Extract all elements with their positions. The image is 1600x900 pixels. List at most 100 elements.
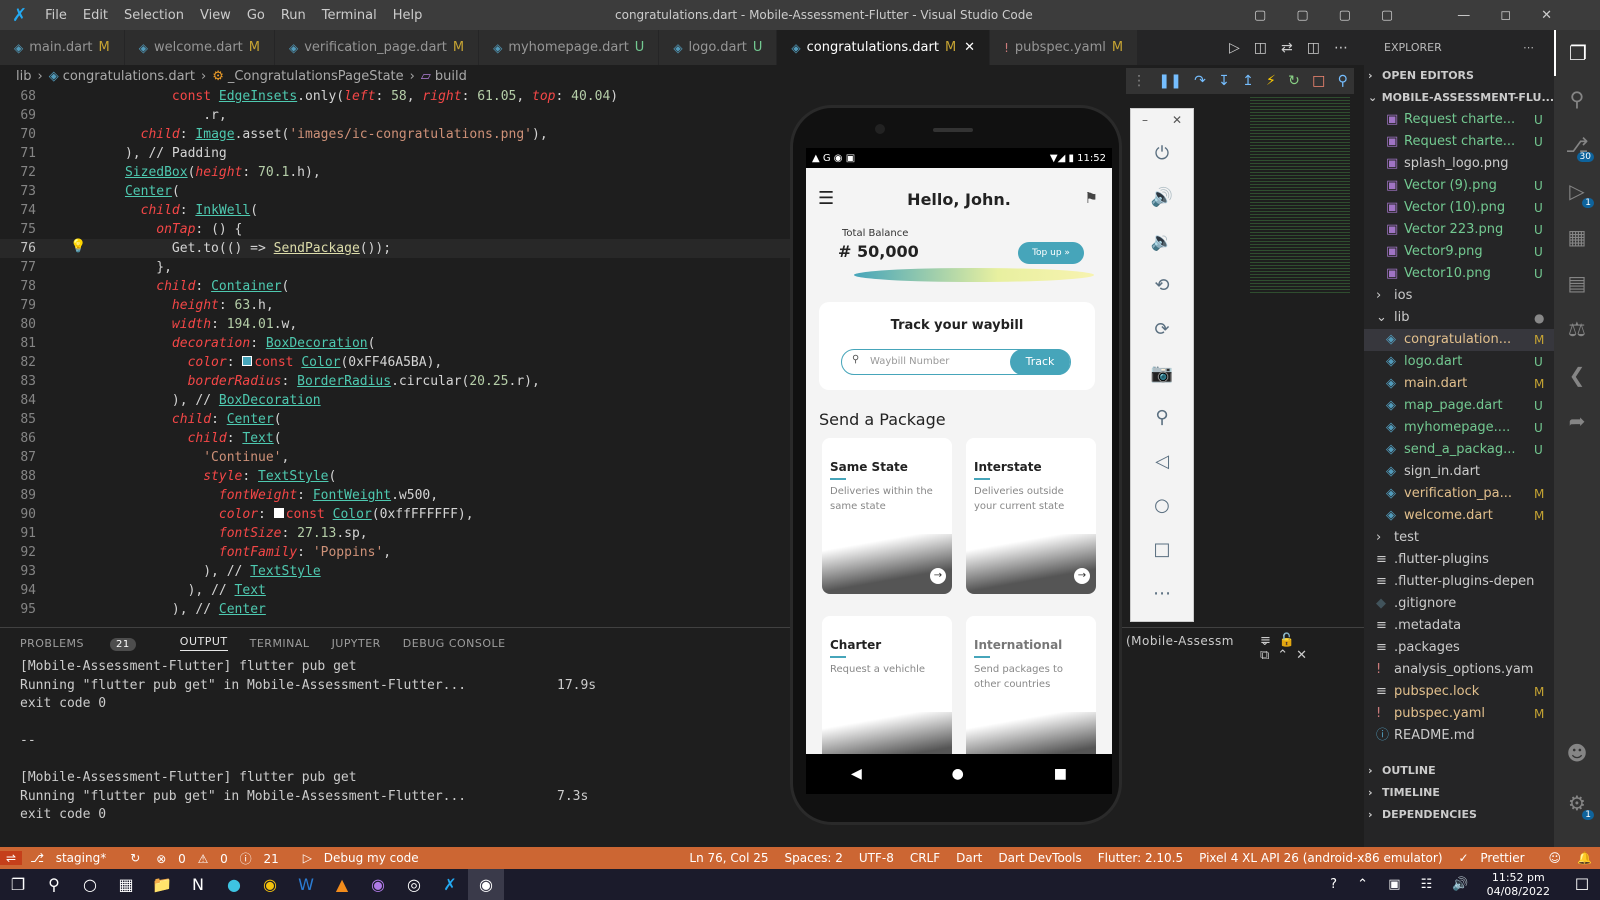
- language-mode[interactable]: Dart: [956, 851, 982, 865]
- drag-handle-icon[interactable]: ⋮: [1132, 73, 1146, 89]
- explorer-file[interactable]: ▣ Request charte... U: [1364, 131, 1554, 153]
- run-debug-icon[interactable]: ▷ 1: [1554, 168, 1600, 214]
- code-line[interactable]: 92 fontFamily: 'Poppins',: [0, 543, 790, 562]
- code-line[interactable]: 90 color: const Color(0xffFFFFFF),: [0, 505, 790, 524]
- explorer-file[interactable]: ≡ pubspec.lock M: [1364, 681, 1554, 703]
- notion-icon[interactable]: N: [180, 869, 216, 900]
- explorer-file[interactable]: ≡ .flutter-plugins-depen...: [1364, 571, 1554, 593]
- close-icon[interactable]: ✕: [964, 40, 975, 55]
- explorer-file[interactable]: ≡ .flutter-plugins: [1364, 549, 1554, 571]
- code-line[interactable]: 76 Get.to(() => SendPackage());: [0, 239, 790, 258]
- package-card[interactable]: Charter Request a vehichle: [822, 616, 952, 766]
- github-icon[interactable]: ◉: [360, 869, 396, 900]
- cursor-position[interactable]: Ln 76, Col 25: [689, 851, 768, 865]
- waybill-input[interactable]: Waybill Number: [870, 356, 949, 367]
- app-icon[interactable]: ◎: [396, 869, 432, 900]
- code-line[interactable]: 71 ), // Padding: [0, 144, 790, 163]
- tab-file[interactable]: ◈ congratulations.dart M ✕: [777, 30, 991, 65]
- explorer-file[interactable]: ! pubspec.yaml M: [1364, 703, 1554, 725]
- hot-reload-icon[interactable]: ⚡: [1266, 73, 1276, 89]
- task-view-icon[interactable]: ▦: [108, 869, 144, 900]
- menu-item[interactable]: Run: [281, 8, 306, 23]
- window-controls[interactable]: ▢▢▢▢ —◻✕: [1254, 8, 1582, 23]
- restart-icon[interactable]: ↻: [1288, 73, 1300, 89]
- code-line[interactable]: 77 },: [0, 258, 790, 277]
- code-editor[interactable]: 68 const EdgeInsets.only(left: 58, right…: [0, 87, 790, 627]
- compare-icon[interactable]: ⇄: [1281, 40, 1293, 56]
- remote-explorer-icon[interactable]: ▤: [1554, 260, 1600, 306]
- track-button[interactable]: Track: [1010, 349, 1070, 375]
- code-line[interactable]: 73 Center(: [0, 182, 790, 201]
- prettier-status[interactable]: ✓ Prettier: [1459, 851, 1533, 865]
- notification-center-icon[interactable]: ☐: [1564, 869, 1600, 900]
- gear-icon[interactable]: ⚙ 1: [1554, 780, 1600, 826]
- flutter-version[interactable]: Flutter: 2.10.5: [1098, 851, 1183, 865]
- explorer-file[interactable]: ≡ .metadata: [1364, 615, 1554, 637]
- code-line[interactable]: 70 child: Image.asset('images/ic-congrat…: [0, 125, 790, 144]
- code-line[interactable]: 74 child: InkWell(: [0, 201, 790, 220]
- code-line[interactable]: 94 ), // Text: [0, 581, 790, 600]
- tab-file[interactable]: ◈ verification_page.dart M: [275, 30, 480, 65]
- devtools-button[interactable]: Dart DevTools: [998, 851, 1081, 865]
- tray-icons[interactable]: ? ⌃ ▣ ☷ 🔊: [1330, 877, 1476, 892]
- search-icon[interactable]: ⚲: [1554, 76, 1600, 122]
- vlc-icon[interactable]: ▲: [324, 869, 360, 900]
- output-channel-select[interactable]: (Mobile-Assessm ⌄: [1126, 634, 1270, 648]
- explorer-file[interactable]: ◈ congratulation... M: [1364, 329, 1554, 351]
- menu-item[interactable]: File: [45, 8, 67, 23]
- tab-debug-console[interactable]: DEBUG CONSOLE: [403, 637, 506, 650]
- code-line[interactable]: 80 width: 194.01.w,: [0, 315, 790, 334]
- explorer-file[interactable]: ◈ welcome.dart M: [1364, 505, 1554, 527]
- editor-actions[interactable]: ▷ ◫ ⇄ ◫ ⋯: [1229, 30, 1364, 65]
- output-log[interactable]: [Mobile-Assessment-Flutter] flutter pub …: [0, 658, 1364, 825]
- explorer-file[interactable]: ◈ send_a_packag... U: [1364, 439, 1554, 461]
- code-line[interactable]: 87 'Continue',: [0, 448, 790, 467]
- explorer-section-outline[interactable]: › OUTLINE: [1364, 760, 1554, 782]
- run-icon[interactable]: ▷: [1229, 40, 1240, 56]
- home-icon[interactable]: ●: [952, 766, 964, 782]
- explorer-file[interactable]: ◈ myhomepage.... U: [1364, 417, 1554, 439]
- bell-icon[interactable]: ⚑: [1085, 189, 1098, 207]
- volume-down-icon[interactable]: 🔉: [1130, 219, 1194, 263]
- menu-item[interactable]: View: [200, 8, 231, 23]
- chrome-icon[interactable]: ◉: [252, 869, 288, 900]
- menu-item[interactable]: Selection: [124, 8, 184, 23]
- explorer-file[interactable]: ◈ logo.dart U: [1364, 351, 1554, 373]
- code-line[interactable]: 81 decoration: BoxDecoration(: [0, 334, 790, 353]
- tab-file[interactable]: ! pubspec.yaml M: [990, 30, 1139, 65]
- breadcrumb-item[interactable]: _CongratulationsPageState: [228, 69, 404, 84]
- file-explorer-icon[interactable]: 📁: [144, 869, 180, 900]
- branch-status[interactable]: ⎇ staging*: [30, 851, 114, 865]
- code-line[interactable]: 86 child: Text(: [0, 429, 790, 448]
- zoom-icon[interactable]: ⚲: [1130, 395, 1194, 439]
- tab-terminal[interactable]: TERMINAL: [250, 637, 310, 650]
- cortana-icon[interactable]: ○: [72, 869, 108, 900]
- explorer-file[interactable]: ▣ Vector (9).png U: [1364, 175, 1554, 197]
- debug-status[interactable]: ▷ Debug my code: [303, 851, 427, 865]
- menu-item[interactable]: Terminal: [322, 8, 377, 23]
- explorer-file[interactable]: ▣ splash_logo.png: [1364, 153, 1554, 175]
- back-icon[interactable]: ◁: [1130, 439, 1194, 483]
- source-control-icon[interactable]: ⎇ 30: [1554, 122, 1600, 168]
- package-card[interactable]: International Send packages to other coun…: [966, 616, 1096, 766]
- code-line[interactable]: 68 const EdgeInsets.only(left: 58, right…: [0, 87, 790, 106]
- power-icon[interactable]: ⏻: [1130, 131, 1194, 175]
- volume-up-icon[interactable]: 🔊: [1130, 175, 1194, 219]
- explorer-file[interactable]: ◈ main.dart M: [1364, 373, 1554, 395]
- tab-problems[interactable]: PROBLEMS 21: [20, 637, 158, 651]
- explorer-file[interactable]: ⓘ README.md: [1364, 725, 1554, 747]
- explorer-file[interactable]: ◈ verification_pa... M: [1364, 483, 1554, 505]
- open-editors-section[interactable]: › OPEN EDITORS: [1364, 65, 1554, 87]
- screenshot-icon[interactable]: 📷: [1130, 351, 1194, 395]
- explorer-file[interactable]: ≡ .packages: [1364, 637, 1554, 659]
- overview-icon[interactable]: □: [1130, 527, 1194, 571]
- lightbulb-icon[interactable]: 💡: [70, 239, 86, 254]
- explorer-icon[interactable]: ❐: [1554, 30, 1600, 76]
- rotate-right-icon[interactable]: ⟳: [1130, 307, 1194, 351]
- explorer-file[interactable]: ▣ Vector9.png U: [1364, 241, 1554, 263]
- extensions-icon[interactable]: ▦: [1554, 214, 1600, 260]
- minimap[interactable]: [1250, 95, 1350, 295]
- breadcrumb-item[interactable]: lib: [16, 69, 31, 84]
- arrow-icon[interactable]: →: [930, 568, 946, 584]
- sync-icon[interactable]: ↻: [130, 851, 140, 865]
